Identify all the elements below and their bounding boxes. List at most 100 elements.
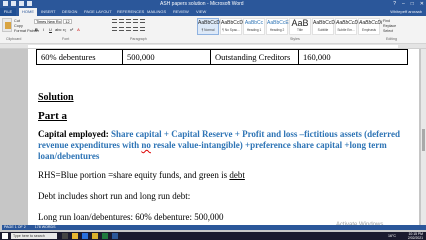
style-heading-2[interactable]: AaBbCcE Heading 2	[266, 18, 289, 35]
group-label-font: Font	[62, 37, 70, 41]
solution-heading: Solution	[38, 92, 74, 103]
capital-employed-paragraph: Capital employed: Share capital + Capita…	[38, 129, 412, 162]
subscript-button[interactable]: x₂	[62, 27, 67, 32]
group-label-paragraph: Paragraph	[130, 37, 147, 41]
ribbon: Cut Copy Format Painter Times New Ro 12 …	[0, 16, 426, 44]
decrease-indent-icon[interactable]	[133, 19, 138, 23]
align-left-icon[interactable]	[112, 27, 117, 31]
word-logo-icon	[3, 1, 8, 6]
undo-icon[interactable]	[19, 1, 24, 6]
style-no-spacing[interactable]: AaBbCcDc ¶ No Spac...	[220, 18, 245, 35]
group-label-editing: Editing	[386, 37, 397, 41]
capital-employed-label: Capital employed:	[38, 129, 109, 139]
paste-button[interactable]	[2, 18, 12, 32]
rhs-text: RHS=Blue portion =share equity funds, an…	[38, 170, 230, 180]
paragraph-row-2	[112, 27, 145, 31]
close-icon[interactable]: ✕	[420, 0, 424, 8]
justify-icon[interactable]	[133, 27, 138, 31]
long-run-paragraph: Long run loan/debentures: 60% debenture:…	[38, 212, 224, 222]
paragraph-row-1	[112, 19, 145, 23]
tab-references[interactable]: REFERENCES	[117, 8, 144, 16]
window-title: ASH papers solution - Microsoft Word	[160, 1, 244, 7]
windows-start-icon[interactable]	[2, 233, 8, 239]
status-bar: PAGE 1 OF 2 178 WORDS	[2, 225, 426, 230]
excel-icon[interactable]	[102, 233, 108, 239]
minimize-icon[interactable]: –	[402, 0, 405, 8]
debt-paragraph: Debt includes short run and long run deb…	[38, 191, 191, 201]
rhs-paragraph: RHS=Blue portion =share equity funds, an…	[38, 170, 245, 181]
part-a-heading: Part a	[38, 110, 68, 122]
help-icon[interactable]: ?	[393, 0, 396, 8]
task-view-icon[interactable]	[62, 233, 68, 239]
table-cell[interactable]: 60% debentures	[36, 49, 123, 65]
tab-design[interactable]: DESIGN	[62, 8, 77, 16]
strikethrough-button[interactable]: abc	[55, 27, 61, 32]
tab-home[interactable]: HOME	[19, 8, 37, 16]
balance-table: 60% debentures 500,000 Outstanding Credi…	[36, 49, 408, 65]
align-right-icon[interactable]	[126, 27, 131, 31]
italic-button[interactable]: I	[41, 27, 46, 32]
word-icon[interactable]	[112, 233, 118, 239]
vertical-scrollbar[interactable]	[421, 49, 426, 230]
bullets-icon[interactable]	[112, 19, 117, 23]
clock-date: 2/02/2021	[407, 236, 423, 240]
document-area: 60% debentures 500,000 Outstanding Credi…	[0, 49, 426, 230]
table-cell[interactable]: 160,000	[298, 49, 408, 65]
style-subtitle[interactable]: AaBbCcD Subtitle	[312, 18, 335, 35]
edge-icon[interactable]	[82, 233, 88, 239]
windows-taskbar: Type here to search 16°C 10:15 PM 2/02/2…	[0, 232, 426, 240]
font-color-button[interactable]: A	[76, 27, 81, 32]
temperature-readout[interactable]: 16°C	[388, 232, 396, 240]
group-label-styles: Styles	[290, 37, 300, 41]
select-button[interactable]: Select	[383, 29, 396, 34]
numbering-icon[interactable]	[119, 19, 124, 23]
tab-insert[interactable]: INSERT	[41, 8, 56, 16]
tab-page-layout[interactable]: PAGE LAYOUT	[84, 8, 112, 16]
style-normal[interactable]: AaBbCcDc ¶ Normal	[197, 18, 222, 35]
table-cell[interactable]: Outstanding Creditors	[210, 49, 299, 65]
font-name-select[interactable]: Times New Ro	[34, 19, 62, 24]
font-size-select[interactable]: 12	[63, 19, 72, 24]
ribbon-tabs: FILE HOME INSERT DESIGN PAGE LAYOUT REFE…	[0, 8, 426, 16]
page-count[interactable]: PAGE 1 OF 2	[4, 225, 26, 229]
multilevel-list-icon[interactable]	[126, 19, 131, 23]
style-title[interactable]: AaB Title	[289, 18, 311, 35]
file-explorer-icon[interactable]	[72, 233, 78, 239]
bold-button[interactable]: B	[34, 27, 39, 32]
group-label-clipboard: Clipboard	[6, 37, 22, 41]
maximize-icon[interactable]: □	[411, 0, 414, 8]
chrome-icon[interactable]	[92, 233, 98, 239]
font-format-row: B I U abc x₂ x² A	[34, 27, 81, 32]
word-count[interactable]: 178 WORDS	[35, 225, 56, 229]
copy-button[interactable]: Copy	[14, 24, 23, 28]
taskbar-search-input[interactable]: Type here to search	[11, 233, 57, 239]
title-bar: ASH papers solution - Microsoft Word ? –…	[0, 0, 426, 8]
window-controls: ? – □ ✕	[393, 0, 424, 8]
scrollbar-thumb[interactable]	[422, 129, 425, 151]
user-account[interactable]: Whitepeff aroraab	[390, 8, 422, 16]
style-emphasis[interactable]: AaBbCcDi Emphasis	[358, 18, 382, 35]
tab-review[interactable]: REVIEW	[173, 8, 189, 16]
underline-button[interactable]: U	[48, 27, 53, 32]
rhs-debt-word: debt	[229, 170, 245, 180]
style-heading-1[interactable]: AaBbCc Heading 1	[243, 18, 265, 35]
editing-group: Find Replace Select	[383, 19, 396, 34]
quick-access-toolbar	[3, 0, 32, 6]
styles-gallery: AaBbCcDc ¶ Normal AaBbCcDc ¶ No Spac... …	[197, 18, 382, 35]
spelling-error-word: no	[141, 140, 151, 150]
align-center-icon[interactable]	[119, 27, 124, 31]
taskbar-apps	[62, 233, 118, 239]
superscript-button[interactable]: x²	[69, 27, 74, 32]
line-spacing-icon[interactable]	[140, 27, 145, 31]
redo-icon[interactable]	[27, 1, 32, 6]
document-page[interactable]: 60% debentures 500,000 Outstanding Credi…	[28, 49, 419, 230]
save-icon[interactable]	[11, 1, 16, 6]
tab-mailings[interactable]: MAILINGS	[147, 8, 166, 16]
increase-indent-icon[interactable]	[140, 19, 145, 23]
tab-file[interactable]: FILE	[0, 8, 16, 16]
tab-view[interactable]: VIEW	[196, 8, 206, 16]
table-cell[interactable]: 500,000	[122, 49, 211, 65]
style-subtle-emphasis[interactable]: AaBbCcDi Subtle Em...	[335, 18, 359, 35]
cut-button[interactable]: Cut	[14, 19, 20, 23]
system-clock[interactable]: 10:15 PM 2/02/2021	[408, 232, 423, 240]
